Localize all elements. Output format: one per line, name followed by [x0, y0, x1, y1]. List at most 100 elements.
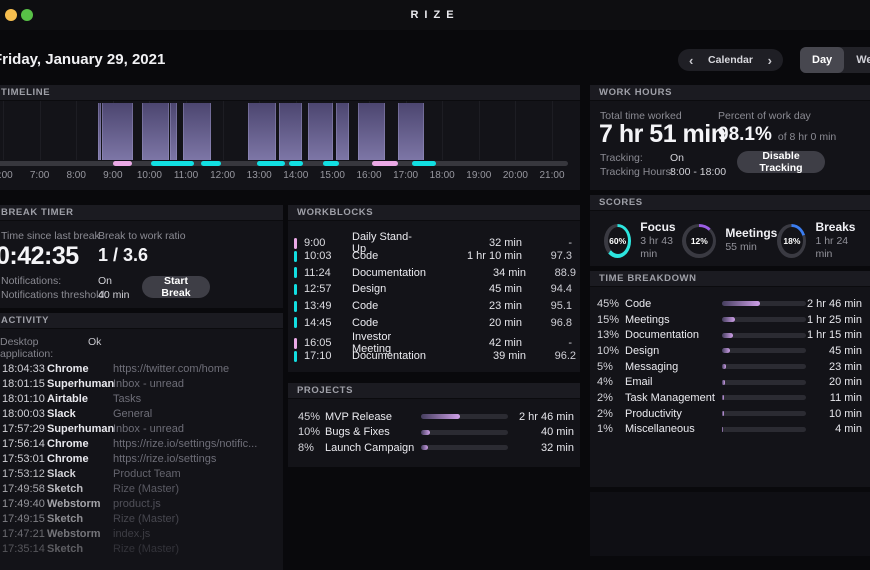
project-row-label: MVP Release	[325, 411, 421, 423]
timeline-hour-label: 21:00	[539, 170, 564, 181]
score-time: 55 min	[725, 241, 777, 254]
calendar-button[interactable]: Calendar	[708, 54, 753, 66]
activity-app: Webstorm	[47, 498, 113, 510]
timeline-workblock-segment[interactable]	[151, 161, 194, 166]
timeline-workblock-segment[interactable]	[372, 161, 398, 166]
score-ring-percent: 12%	[686, 227, 713, 254]
activity-app: Chrome	[47, 453, 113, 465]
workblock-score: 88.9	[526, 267, 576, 279]
workblock-row[interactable]: 14:45Code20 min96.8	[288, 314, 580, 331]
empty-panel	[590, 492, 870, 556]
timeline-hour-label: 8:00	[66, 170, 85, 181]
time-breakdown-row-label: Email	[625, 376, 722, 388]
timeline-hour-label: 12:00	[210, 170, 235, 181]
time-breakdown-row-percent: 15%	[597, 314, 625, 326]
calendar-nav[interactable]: ‹ Calendar ›	[678, 49, 783, 71]
scores-panel: SCORES 60%Focus3 hr 43 min12%Meetings55 …	[590, 195, 870, 266]
workblock-row[interactable]: 17:10Documentation39 min96.2	[288, 348, 580, 365]
score-item: 12% Meetings55 min	[682, 224, 777, 258]
workblock-row[interactable]: 16:05Investor Meeting42 min-	[288, 331, 580, 348]
score-label: Meetings	[725, 226, 777, 241]
timeline-activity-block[interactable]	[102, 103, 133, 160]
tab-week[interactable]: Week	[844, 47, 870, 73]
timeline-hour-label: 20:00	[503, 170, 528, 181]
break-ratio-value: 1 / 3.6	[98, 245, 148, 266]
projects-panel-header: PROJECTS	[288, 383, 580, 399]
project-row-bar-fill	[421, 430, 430, 435]
time-breakdown-row-label: Documentation	[625, 329, 722, 341]
score-label: Focus	[640, 220, 682, 235]
timeline-activity-block[interactable]	[98, 103, 101, 160]
timeline-activity-block[interactable]	[308, 103, 333, 160]
timeline-activity-block[interactable]	[142, 103, 169, 160]
timeline-activity-block[interactable]	[183, 103, 211, 160]
workblock-row[interactable]: 12:57Design45 min94.4	[288, 281, 580, 298]
timeline-workblock-segment[interactable]	[289, 161, 303, 166]
activity-row: 17:53:12SlackProduct Team	[0, 466, 283, 481]
workblock-duration: 23 min	[422, 300, 522, 312]
activity-time: 17:49:40	[2, 498, 47, 510]
time-breakdown-row-time: 4 min	[806, 423, 862, 435]
timeline-activity-block[interactable]	[170, 103, 177, 160]
break-timer-panel: BREAK TIMER Time since last break 0:42:3…	[0, 205, 283, 308]
timeline-workblock-segment[interactable]	[323, 161, 338, 166]
activity-app: Slack	[47, 408, 113, 420]
tab-day[interactable]: Day	[800, 47, 844, 73]
activity-detail: https://rize.io/settings/notific...	[113, 438, 283, 450]
timeline-activity-block[interactable]	[248, 103, 276, 160]
workblock-row[interactable]: 10:03Code1 hr 10 min97.3	[288, 248, 580, 265]
chevron-left-icon[interactable]: ‹	[689, 54, 693, 67]
timeline-activity-block[interactable]	[336, 103, 349, 160]
time-breakdown-row-percent: 2%	[597, 408, 625, 420]
start-break-button[interactable]: Start Break	[142, 276, 210, 298]
score-text: Focus3 hr 43 min	[640, 220, 682, 261]
workblock-time: 9:00	[304, 237, 352, 249]
activity-app: Superhuman	[47, 423, 113, 435]
timeline-gridline	[76, 101, 77, 160]
workblock-time: 14:45	[304, 317, 352, 329]
workblock-name: Design	[352, 283, 422, 295]
time-breakdown-row-label: Meetings	[625, 314, 722, 326]
timeline-hour-label: 7:00	[30, 170, 49, 181]
time-breakdown-row-percent: 1%	[597, 423, 625, 435]
time-breakdown-row-bar-track	[722, 427, 806, 432]
tracking-label: Tracking:	[600, 152, 643, 164]
time-breakdown-row-percent: 45%	[597, 298, 625, 310]
workblock-row[interactable]: 11:24Documentation34 min88.9	[288, 264, 580, 281]
workblock-row[interactable]: 9:00Daily Stand-Up32 min-	[288, 231, 580, 248]
timeline-panel-title: TIMELINE	[1, 87, 50, 98]
workblocks-panel: WORKBLOCKS 9:00Daily Stand-Up32 min-10:0…	[288, 205, 580, 372]
activity-time: 17:56:14	[2, 438, 47, 450]
time-breakdown-row-bar-track	[722, 348, 806, 353]
activity-detail: Rize (Master)	[113, 543, 283, 555]
workblock-duration: 45 min	[422, 283, 522, 295]
project-row-bar-track	[421, 430, 508, 435]
notifications-value: On	[98, 275, 112, 287]
chevron-right-icon[interactable]: ›	[768, 54, 772, 67]
timeline-activity-block[interactable]	[358, 103, 385, 160]
workblock-time: 17:10	[304, 350, 352, 362]
timeline-workblock-segment[interactable]	[412, 161, 436, 166]
activity-time: 18:00:03	[2, 408, 47, 420]
score-ring-percent: 60%	[608, 227, 628, 254]
timeline-activity-block[interactable]	[279, 103, 302, 160]
timeline-activity-block[interactable]	[398, 103, 424, 160]
activity-time: 18:01:15	[2, 378, 47, 390]
activity-detail: Product Team	[113, 468, 283, 480]
time-breakdown-row-label: Miscellaneous	[625, 423, 722, 435]
timeline-workblock-segment[interactable]	[201, 161, 222, 166]
disable-tracking-button[interactable]: Disable Tracking	[737, 151, 825, 173]
workblock-color-chip	[294, 284, 297, 295]
project-row-bar-fill	[421, 445, 428, 450]
page-title-date: Friday, January 29, 2021	[0, 51, 165, 68]
time-breakdown-row-percent: 4%	[597, 376, 625, 388]
activity-row: 18:01:15SuperhumanInbox - unread	[0, 376, 283, 391]
activity-detail: https://rize.io/settings	[113, 453, 283, 465]
desktop-application-value: Ok	[88, 336, 283, 360]
workblock-row[interactable]: 13:49Code23 min95.1	[288, 298, 580, 315]
timeline-workblock-segment[interactable]	[113, 161, 132, 166]
time-breakdown-row-bar-fill	[722, 348, 730, 353]
time-breakdown-row-time: 11 min	[806, 392, 862, 404]
timeline-gridline	[552, 101, 553, 160]
timeline-workblock-segment[interactable]	[257, 161, 284, 166]
